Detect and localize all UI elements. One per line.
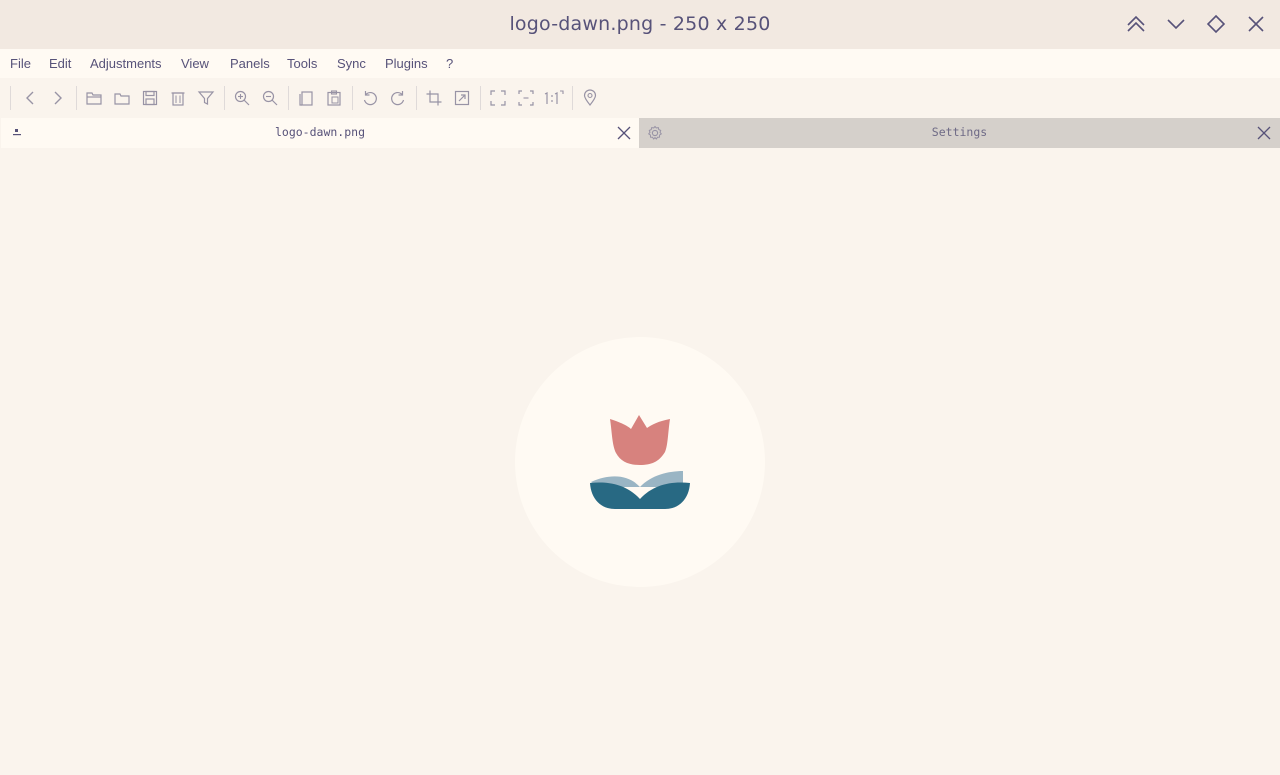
fit-window-icon[interactable] [514,86,538,110]
forward-arrow-icon[interactable] [46,86,70,110]
tab-image-label: logo-dawn.png [274,125,365,139]
window-title: logo-dawn.png - 250 x 250 [509,13,771,35]
close-icon[interactable] [1242,10,1270,38]
menu-help[interactable]: ? [446,56,453,71]
image-canvas[interactable] [0,148,1280,775]
toolbar-separator [10,86,11,110]
toolbar-separator [224,86,225,110]
copy-icon[interactable] [294,86,318,110]
toolbar-separator [76,86,77,110]
delete-icon[interactable] [166,86,190,110]
toolbar [0,78,1280,118]
toolbar-separator [352,86,353,110]
toolbar-separator [288,86,289,110]
menu-adjustments[interactable]: Adjustments [90,56,162,71]
paste-icon[interactable] [322,86,346,110]
menu-panels[interactable]: Panels [230,56,270,71]
zoom-out-icon[interactable] [258,86,282,110]
minimize-up-icon[interactable] [1122,10,1150,38]
toolbar-separator [480,86,481,110]
back-arrow-icon[interactable] [18,86,42,110]
maximize-diamond-icon[interactable] [1202,10,1230,38]
rotate-left-icon[interactable] [358,86,382,110]
actual-size-icon[interactable] [542,86,566,110]
rotate-right-icon[interactable] [386,86,410,110]
fullscreen-icon[interactable] [486,86,510,110]
tab-settings-label: Settings [931,125,988,139]
crop-icon[interactable] [422,86,446,110]
folder-icon[interactable] [110,86,134,110]
resize-icon[interactable] [450,86,474,110]
menu-edit[interactable]: Edit [49,56,71,71]
tab-bar: logo-dawn.png Settings [0,118,1280,148]
menu-file[interactable]: File [10,56,31,71]
zoom-in-icon[interactable] [230,86,254,110]
tab-close-icon[interactable] [616,125,632,141]
menu-tools[interactable]: Tools [287,56,317,71]
location-pin-icon[interactable] [578,86,602,110]
menu-bar: File Edit Adjustments View Panels Tools … [0,49,1280,78]
menu-plugins[interactable]: Plugins [385,56,428,71]
image-view [515,337,765,587]
tab-close-icon[interactable] [1256,125,1272,141]
toolbar-separator [416,86,417,110]
logo-image [515,337,765,587]
filter-icon[interactable] [194,86,218,110]
tab-image[interactable]: logo-dawn.png [1,118,639,148]
save-icon[interactable] [138,86,162,110]
chevron-down-icon[interactable] [1162,10,1190,38]
open-folder-icon[interactable] [82,86,106,110]
menu-sync[interactable]: Sync [337,56,366,71]
menu-view[interactable]: View [181,56,209,71]
toolbar-separator [572,86,573,110]
title-bar: logo-dawn.png - 250 x 250 [0,0,1280,49]
tab-settings[interactable]: Settings [639,118,1280,148]
